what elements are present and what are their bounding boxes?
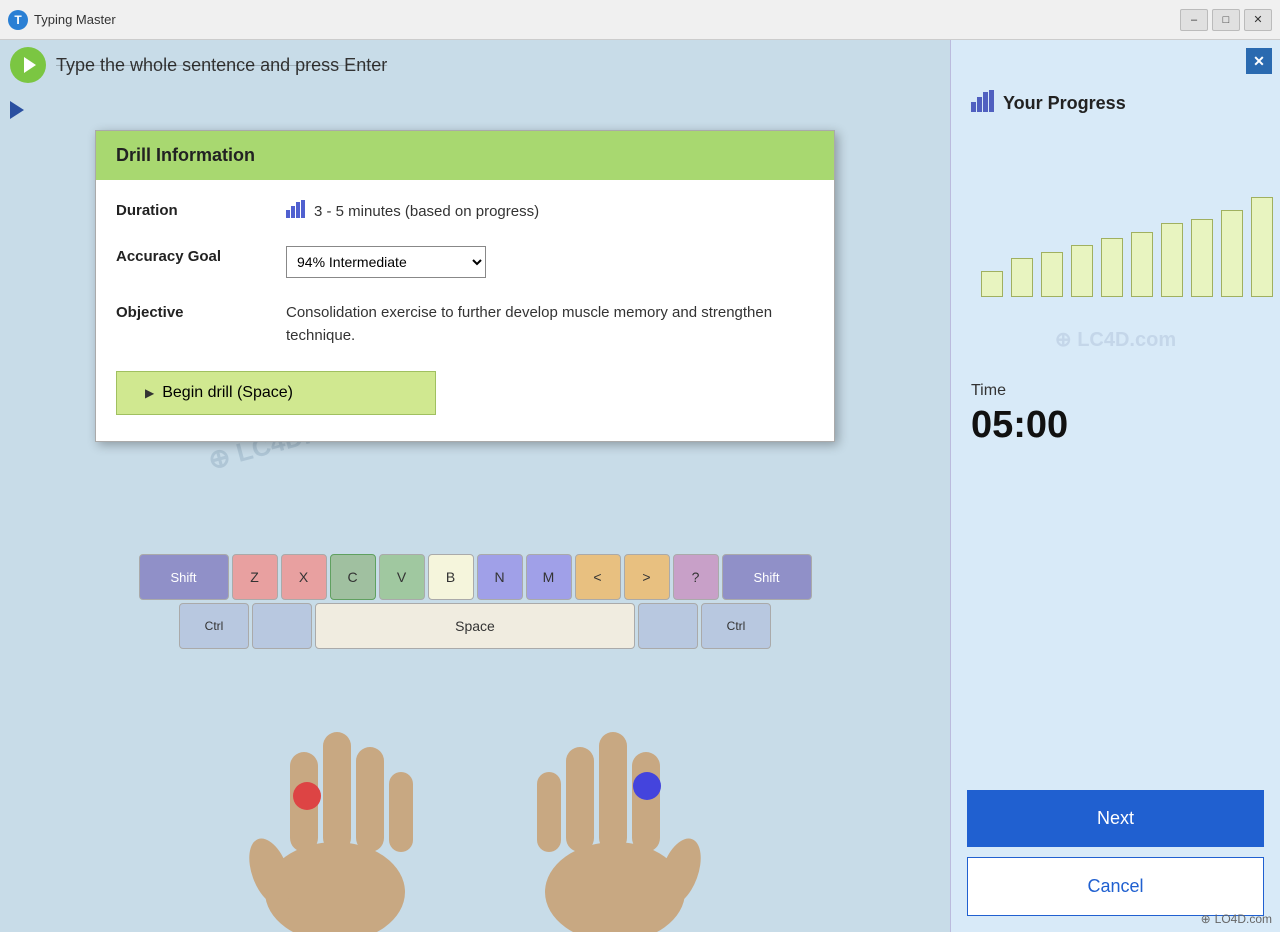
window-close-button[interactable]: ✕ (1244, 9, 1272, 31)
bar-col-0 (981, 137, 1003, 297)
drill-content: Duration 3 - 5 minutes (based on progres… (96, 180, 834, 441)
watermark-right: ⊕ LC4D.com (951, 327, 1280, 352)
bar-col-3 (1071, 137, 1093, 297)
bar-col-1 (1011, 137, 1033, 297)
bar-col-7 (1191, 137, 1213, 297)
duration-value: 3 - 5 minutes (based on progress) (286, 200, 539, 222)
key-n[interactable]: N (477, 554, 523, 600)
begin-drill-area: Begin drill (Space) (116, 371, 814, 415)
begin-drill-button[interactable]: Begin drill (Space) (116, 371, 436, 415)
panel-close-button[interactable]: ✕ (1246, 48, 1272, 74)
right-hand (515, 672, 715, 932)
footer-watermark-text: LO4D.com (1215, 912, 1272, 926)
progress-chart (971, 137, 1260, 297)
chart-icon (286, 200, 306, 222)
bar-4 (1101, 238, 1123, 297)
key-ctrl-left[interactable]: Ctrl (179, 603, 249, 649)
bar-9 (1251, 197, 1273, 297)
right-hand-dot (633, 772, 661, 800)
left-hand-svg (235, 672, 435, 932)
right-panel: ✕ Your Progress ⊕ LC4D.com Time (950, 40, 1280, 932)
right-hand-svg (515, 672, 715, 932)
bar-7 (1191, 219, 1213, 297)
duration-label: Duration (116, 200, 266, 219)
instruction-bar: Type the whole sentence and press Enter (0, 40, 950, 90)
main-container: Type the whole sentence and press Enter … (0, 40, 1280, 932)
cancel-button[interactable]: Cancel (967, 857, 1264, 916)
bar-col-4 (1101, 137, 1123, 297)
bar-col-8 (1221, 137, 1243, 297)
progress-title: Your Progress (971, 90, 1260, 117)
instruction-text: Type the whole sentence and press Enter (56, 55, 387, 76)
maximize-button[interactable]: □ (1212, 9, 1240, 31)
objective-label: Objective (116, 302, 266, 321)
begin-drill-label: Begin drill (Space) (162, 384, 293, 402)
play-button-green[interactable] (10, 47, 46, 83)
key-win[interactable] (252, 603, 312, 649)
bottom-buttons: Next Cancel (951, 774, 1280, 932)
footer-watermark: ⊕ LO4D.com (1201, 912, 1272, 926)
play-button-blue[interactable] (10, 101, 24, 119)
key-x[interactable]: X (281, 554, 327, 600)
progress-chart-icon (971, 90, 995, 117)
key-slash[interactable]: ? (673, 554, 719, 600)
drill-duration-row: Duration 3 - 5 minutes (based on progres… (116, 200, 814, 222)
keyboard-area: Shift Z X C V B N M < > ? Shift Ctrl Spa… (0, 554, 950, 652)
bar-col-5 (1131, 137, 1153, 297)
bar-2 (1041, 252, 1063, 297)
objective-value: Consolidation exercise to further develo… (286, 302, 814, 347)
key-m[interactable]: M (526, 554, 572, 600)
key-b[interactable]: B (428, 554, 474, 600)
left-hand-dot (293, 782, 321, 810)
bar-col-2 (1041, 137, 1063, 297)
title-bar: T Typing Master – □ ✕ (0, 0, 1280, 40)
key-space[interactable]: Space (315, 603, 635, 649)
accuracy-label: Accuracy Goal (116, 246, 266, 265)
bar-col-9 (1251, 137, 1273, 297)
progress-section: Your Progress (951, 40, 1280, 317)
app-icon: T (8, 10, 28, 30)
next-button[interactable]: Next (967, 790, 1264, 847)
bar-5 (1131, 232, 1153, 297)
key-comma[interactable]: < (575, 554, 621, 600)
key-ctrl-right[interactable]: Ctrl (701, 603, 771, 649)
left-hand (235, 672, 435, 932)
key-period[interactable]: > (624, 554, 670, 600)
drill-dialog: Drill Information Duration (95, 130, 835, 442)
bar-8 (1221, 210, 1243, 297)
key-alt-right[interactable] (638, 603, 698, 649)
key-z[interactable]: Z (232, 554, 278, 600)
bar-6 (1161, 223, 1183, 297)
key-shift-right[interactable]: Shift (722, 554, 812, 600)
keyboard-row-space: Ctrl Space Ctrl (10, 603, 940, 649)
window-controls: – □ ✕ (1180, 9, 1272, 31)
progress-title-text: Your Progress (1003, 93, 1126, 114)
hands-area (0, 652, 950, 932)
key-shift-left[interactable]: Shift (139, 554, 229, 600)
drill-header: Drill Information (96, 131, 834, 180)
accuracy-select[interactable]: 94% Intermediate 80% Beginner 98% Advanc… (286, 246, 486, 278)
time-label: Time (971, 382, 1260, 400)
keyboard-row-bottom: Shift Z X C V B N M < > ? Shift (10, 554, 940, 600)
key-v[interactable]: V (379, 554, 425, 600)
bar-1 (1011, 258, 1033, 297)
second-row (0, 90, 950, 130)
bar-col-6 (1161, 137, 1183, 297)
drill-objective-row: Objective Consolidation exercise to furt… (116, 302, 814, 347)
time-section: Time 05:00 (951, 362, 1280, 467)
bar-3 (1071, 245, 1093, 297)
bar-0 (981, 271, 1003, 297)
drill-accuracy-row: Accuracy Goal 94% Intermediate 80% Begin… (116, 246, 814, 278)
footer-watermark-icon: ⊕ (1201, 912, 1211, 926)
app-title: Typing Master (34, 12, 116, 27)
left-area: Type the whole sentence and press Enter … (0, 40, 950, 932)
accuracy-value: 94% Intermediate 80% Beginner 98% Advanc… (286, 246, 486, 278)
key-c[interactable]: C (330, 554, 376, 600)
time-value: 05:00 (971, 404, 1260, 447)
minimize-button[interactable]: – (1180, 9, 1208, 31)
